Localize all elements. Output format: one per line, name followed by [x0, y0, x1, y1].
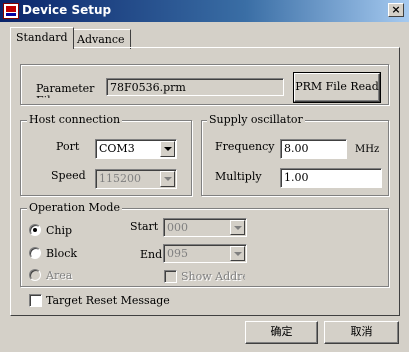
app-icon [3, 3, 19, 19]
end-value: 095 [167, 247, 188, 260]
target-reset-label[interactable]: Target Reset Message [46, 294, 170, 307]
chevron-down-icon[interactable] [160, 141, 175, 157]
title-bar[interactable]: Device Setup × [0, 0, 409, 22]
tab-standard-label: Standard [16, 31, 68, 44]
port-value: COM3 [99, 142, 135, 155]
frequency-label: Frequency [215, 140, 275, 153]
area-label: Area [46, 269, 73, 282]
parameter-file-label-clipped: Fil [36, 94, 51, 98]
window-title: Device Setup [22, 3, 112, 17]
chip-label[interactable]: Chip [46, 224, 72, 237]
multiply-label: Multiply [215, 170, 262, 183]
cancel-button[interactable]: 取消 [324, 321, 399, 344]
start-value: 000 [167, 221, 188, 234]
parameter-file-field: 78F0536.prm [106, 78, 284, 96]
area-radio [29, 269, 41, 281]
show-address-checkbox [164, 270, 177, 283]
block-radio[interactable] [29, 247, 41, 259]
multiply-input[interactable]: 1.00 [280, 168, 382, 188]
speed-label: Speed [51, 169, 86, 182]
speed-select: 115200 [95, 169, 177, 189]
port-select[interactable]: COM3 [95, 139, 177, 159]
tab-advance[interactable]: Advance [71, 29, 131, 49]
ok-button[interactable]: 确定 [245, 321, 318, 344]
port-label: Port [56, 140, 80, 153]
host-connection-title: Host connection [27, 113, 123, 126]
operation-mode-title: Operation Mode [27, 201, 122, 214]
tab-standard[interactable]: Standard [10, 27, 74, 49]
prm-file-read-button[interactable]: PRM File Read [293, 72, 381, 103]
chevron-down-icon [230, 220, 245, 235]
chip-radio[interactable] [29, 224, 41, 236]
chevron-down-icon [230, 246, 245, 261]
supply-oscillator-title: Supply oscillator [207, 113, 305, 126]
chevron-down-icon [160, 171, 175, 187]
frequency-input[interactable]: 8.00 [280, 139, 347, 159]
close-icon: × [391, 3, 401, 16]
block-label[interactable]: Block [46, 247, 77, 260]
end-select: 095 [163, 244, 247, 263]
end-label: End [140, 248, 163, 261]
close-button[interactable]: × [388, 3, 404, 17]
show-address-label: Show Addre: [181, 270, 245, 283]
target-reset-checkbox[interactable] [29, 294, 42, 307]
start-select: 000 [163, 218, 247, 237]
tab-advance-label: Advance [77, 33, 125, 46]
speed-value: 115200 [99, 172, 141, 185]
frequency-unit: MHz [355, 144, 380, 155]
start-label: Start [130, 220, 159, 233]
